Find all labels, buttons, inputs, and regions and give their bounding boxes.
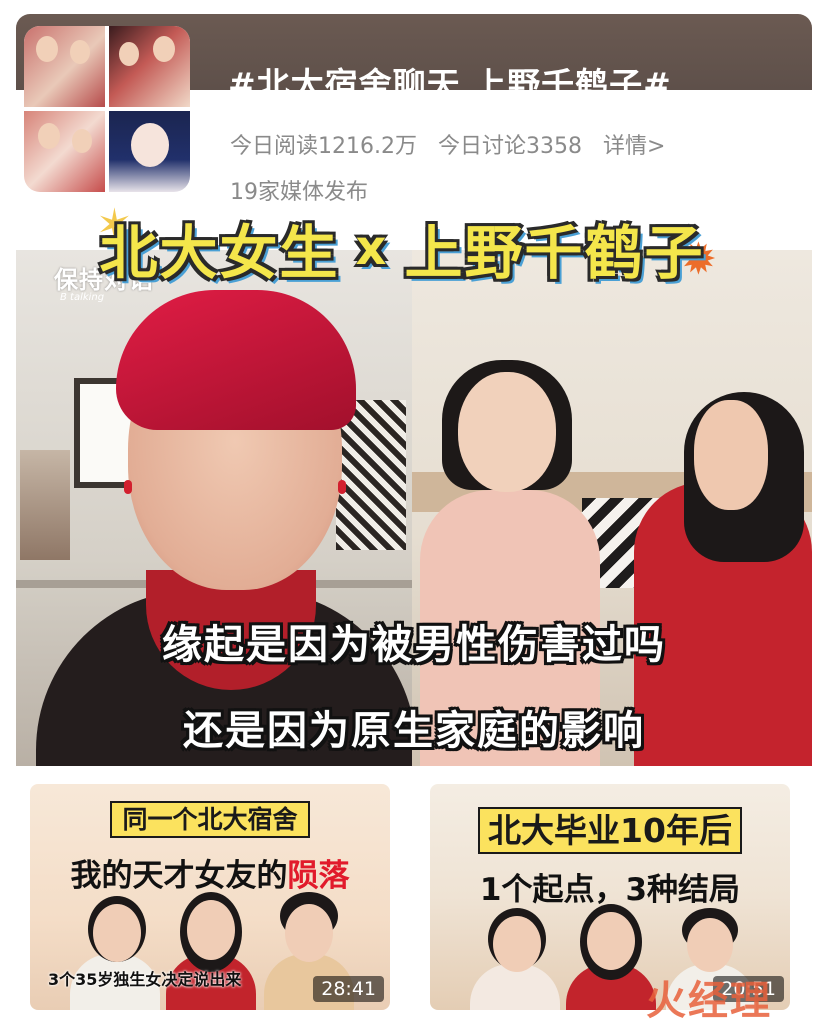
- video-subtitle: 还是因为原生家庭的影响: [183, 708, 645, 754]
- rec-title-text: 我的天才女友的: [70, 858, 288, 894]
- read-count: 今日阅读1216.2万: [230, 134, 417, 159]
- video-right-panel: [412, 250, 812, 766]
- topic-stats: 今日阅读1216.2万 今日讨论3358 详情>: [230, 128, 679, 160]
- rec-title-text: 北大毕业10年后: [478, 807, 742, 854]
- wall-decor: [20, 450, 70, 560]
- rec-title-line2: 1个起点，3种结局: [479, 872, 741, 908]
- video-duration: 28:41: [313, 976, 384, 1002]
- topic-title[interactable]: #北大宿舍聊天 上野千鹤子#: [228, 58, 672, 106]
- watermark-logo: 火经理: [646, 978, 772, 1024]
- headline-right: 上野千鹤子: [404, 219, 705, 287]
- topic-thumbnail: [24, 26, 105, 107]
- video-subtitle: 缘起是因为被男性伤害过吗: [162, 622, 666, 668]
- discussion-count: 今日讨论3358: [437, 134, 582, 159]
- video-headline: 北大女生 x 上野千鹤子: [92, 212, 712, 287]
- recommended-video[interactable]: 同一个北大宿舍 我的天才女友的陨落 3个35岁独生女决定说出来 28:41: [30, 784, 390, 1010]
- rec-title-highlight: 陨落: [287, 858, 350, 894]
- rec-title-line2: 我的天才女友的陨落: [30, 850, 390, 895]
- student-face: [694, 400, 768, 510]
- details-link[interactable]: 详情>: [603, 134, 665, 159]
- topic-thumbnail: [24, 111, 105, 192]
- headline-left: 北大女生: [99, 219, 340, 287]
- topic-thumbnail: [109, 26, 190, 107]
- topic-thumbnail-grid[interactable]: [24, 26, 190, 192]
- rec-title-line1: 同一个北大宿舍: [30, 800, 390, 838]
- earring-icon: [124, 480, 132, 494]
- rec-title-line1: 北大毕业10年后: [430, 804, 790, 854]
- channel-logo-sub: B talking: [60, 292, 105, 303]
- student-face: [458, 372, 556, 492]
- video-left-panel: 保持对话 B talking: [16, 250, 416, 766]
- earring-icon: [338, 480, 346, 494]
- topic-thumbnail: [109, 111, 190, 192]
- rec-title-text: 同一个北大宿舍: [110, 801, 310, 838]
- headline-x: x: [355, 220, 389, 276]
- main-video[interactable]: 保持对话 B talking 缘起是因为被男性伤害过吗 还是因为原生家庭的影响: [16, 250, 812, 766]
- media-count: 19家媒体发布: [230, 180, 368, 205]
- speaker-hair: [116, 290, 356, 430]
- rec-caption: 3个35岁独生女决定说出来: [48, 970, 242, 989]
